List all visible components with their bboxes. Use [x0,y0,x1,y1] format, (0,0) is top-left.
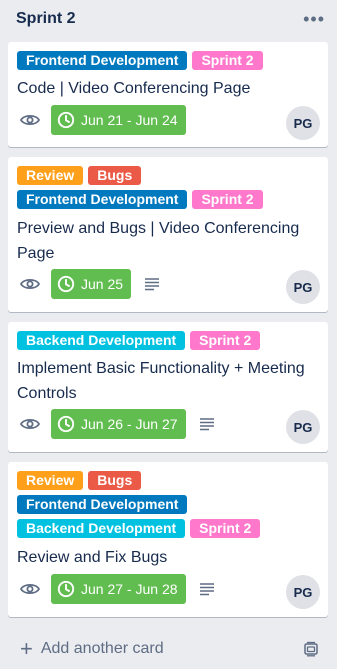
label-backend-development[interactable]: Backend Development [17,519,186,538]
card-review-and-fix-bugs[interactable]: Review Bugs Frontend Development Backend… [8,462,328,617]
card-implement-basic-functionality[interactable]: Backend Development Sprint 2 Implement B… [8,322,328,452]
due-date-text: Jun 27 - Jun 28 [81,581,178,597]
label-sprint-2[interactable]: Sprint 2 [192,51,263,70]
label-bugs[interactable]: Bugs [88,166,142,185]
add-card-button[interactable]: + Add another card [20,638,164,660]
card-labels: Backend Development Sprint 2 [17,331,261,350]
plus-icon: + [20,636,33,661]
avatar[interactable]: PG [286,575,320,609]
card-title: Preview and Bugs | Video Conferencing Pa… [17,220,300,262]
label-sprint-2[interactable]: Sprint 2 [192,190,263,209]
card-labels: Review Bugs [17,471,142,490]
clock-icon [57,275,75,293]
avatar[interactable]: PG [286,270,320,304]
card-badges: Jun 25 [17,269,160,299]
label-backend-development[interactable]: Backend Development [17,331,186,350]
card-labels: Review Bugs [17,166,142,185]
clock-icon [57,415,75,433]
due-date-text: Jun 21 - Jun 24 [81,112,178,128]
card-labels: Frontend Development Sprint 2 [17,51,263,70]
avatar[interactable]: PG [286,106,320,140]
due-date-badge[interactable]: Jun 26 - Jun 27 [51,409,186,439]
description-icon [199,583,214,596]
label-sprint-2[interactable]: Sprint 2 [190,519,261,538]
card-labels: Backend Development Sprint 2 [17,519,261,538]
ellipsis-icon[interactable]: ••• [303,10,325,28]
list-header: Sprint 2 ••• [0,0,337,38]
eye-icon [20,278,40,290]
due-date-text: Jun 25 [81,276,124,292]
description-icon [145,278,160,291]
list-title[interactable]: Sprint 2 [16,10,76,28]
card-badges: Jun 27 - Jun 28 [17,574,215,604]
label-bugs[interactable]: Bugs [88,471,142,490]
clock-icon [57,111,75,129]
description-icon [199,418,214,431]
avatar[interactable]: PG [286,410,320,444]
eye-icon [20,114,40,126]
list-footer: + Add another card [8,634,329,664]
card-title: Review and Fix Bugs [17,549,168,566]
card-title: Implement Basic Functionality + Meeting … [17,360,305,402]
label-frontend-development[interactable]: Frontend Development [17,495,188,514]
card-code-video-conferencing[interactable]: Frontend Development Sprint 2 Code | Vid… [8,42,328,147]
add-card-label: Add another card [40,640,164,657]
label-review[interactable]: Review [17,471,84,490]
due-date-badge[interactable]: Jun 27 - Jun 28 [51,574,186,604]
label-frontend-development[interactable]: Frontend Development [17,190,188,209]
card-badges: Jun 26 - Jun 27 [17,409,215,439]
card-template-icon[interactable] [303,641,319,657]
label-sprint-2[interactable]: Sprint 2 [190,331,261,350]
card-title: Code | Video Conferencing Page [17,80,251,97]
label-review[interactable]: Review [17,166,84,185]
due-date-badge[interactable]: Jun 21 - Jun 24 [51,105,186,135]
card-preview-and-bugs[interactable]: Review Bugs Frontend Development Sprint … [8,157,328,312]
due-date-text: Jun 26 - Jun 27 [81,416,178,432]
card-labels: Frontend Development Sprint 2 [17,190,263,209]
eye-icon [20,583,40,595]
card-labels: Frontend Development [17,495,188,514]
clock-icon [57,580,75,598]
due-date-badge[interactable]: Jun 25 [51,269,132,299]
label-frontend-development[interactable]: Frontend Development [17,51,188,70]
list-sprint-2: Sprint 2 ••• Frontend Development Sprint… [0,0,337,669]
eye-icon [20,418,40,430]
card-badges: Jun 21 - Jun 24 [17,105,186,135]
